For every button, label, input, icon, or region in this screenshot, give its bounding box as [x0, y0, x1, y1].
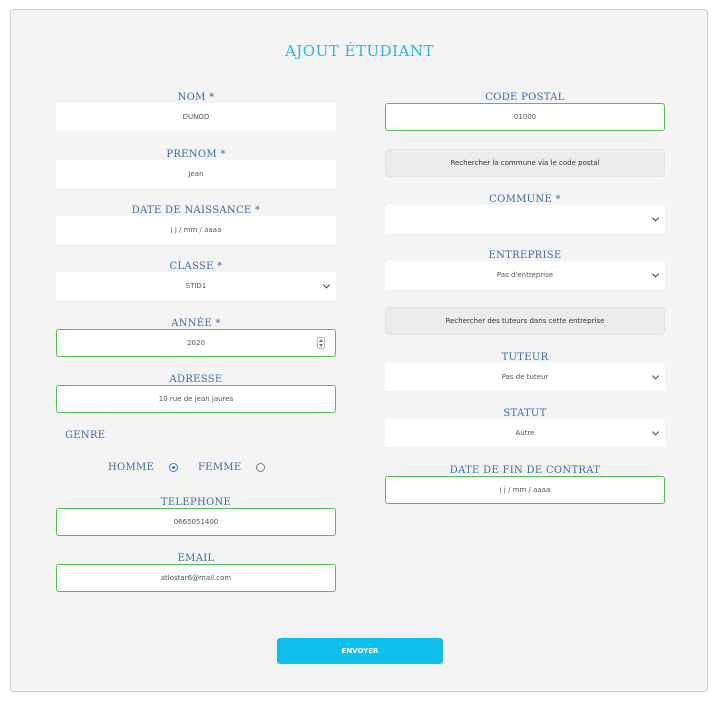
code-postal-label: CODE POSTAL: [485, 92, 565, 103]
classe-label: CLASSE *: [169, 261, 223, 272]
classe-select[interactable]: STID1: [56, 272, 336, 300]
chevron-down-icon: [322, 281, 331, 289]
date-fin-contrat-label: DATE DE FIN DE CONTRAT: [449, 465, 601, 476]
genre-label: GENRE: [65, 430, 106, 441]
nom-input[interactable]: DUNOD: [56, 103, 336, 131]
adresse-label: ADRESSE: [169, 374, 223, 385]
chevron-down-icon: [651, 214, 660, 222]
adresse-input[interactable]: 10 rue de jean jaures: [56, 385, 336, 413]
page-title: AJOUT ÉTUDIANT: [284, 42, 435, 60]
envoyer-button[interactable]: ENVOYER: [277, 638, 443, 664]
annee-label: ANNÉE *: [171, 318, 221, 329]
prenom-input[interactable]: Jean: [56, 160, 336, 188]
number-spinner-icon[interactable]: [317, 337, 325, 349]
search-tuteurs-button[interactable]: Rechercher des tuteurs dans cette entrep…: [385, 307, 665, 335]
homme-radio-icon[interactable]: [169, 463, 178, 472]
tuteur-value: Pas de tuteur: [501, 373, 549, 381]
annee-input[interactable]: 2020: [56, 329, 336, 357]
entreprise-label: ENTREPRISE: [488, 250, 562, 261]
email-label: EMAIL: [177, 553, 215, 564]
date-fin-contrat-input[interactable]: j j / mm / aaaa: [385, 476, 665, 504]
code-postal-input[interactable]: 01000: [385, 103, 665, 131]
telephone-input[interactable]: 0665051400: [56, 508, 336, 536]
chevron-down-icon: [651, 428, 660, 436]
femme-radio-icon[interactable]: [256, 463, 265, 472]
entreprise-select[interactable]: Pas d'entreprise: [385, 261, 665, 289]
telephone-label: TELEPHONE: [160, 497, 232, 508]
homme-label: HOMME: [108, 462, 155, 473]
prenom-label: PRENOM *: [166, 149, 226, 160]
entreprise-value: Pas d'entreprise: [496, 271, 554, 279]
statut-select[interactable]: Autre: [385, 419, 665, 447]
date-naissance-label: DATE DE NAISSANCE *: [131, 205, 261, 216]
statut-value: Autre: [515, 429, 535, 437]
search-commune-button[interactable]: Rechercher la commune via le code postal: [385, 149, 665, 177]
commune-label: COMMUNE *: [489, 194, 561, 205]
tuteur-select[interactable]: Pas de tuteur: [385, 363, 665, 391]
chevron-down-icon: [651, 270, 660, 278]
tuteur-label: TUTEUR: [501, 352, 549, 363]
nom-label: NOM *: [177, 92, 215, 103]
annee-value: 2020: [187, 339, 205, 347]
date-naissance-input[interactable]: j j / mm / aaaa: [56, 216, 336, 244]
classe-value: STID1: [185, 282, 207, 290]
femme-label: FEMME: [198, 462, 242, 473]
statut-label: STATUT: [503, 408, 547, 419]
chevron-down-icon: [651, 372, 660, 380]
email-input[interactable]: atlostar6@mail.com: [56, 564, 336, 592]
commune-select[interactable]: [385, 205, 665, 233]
